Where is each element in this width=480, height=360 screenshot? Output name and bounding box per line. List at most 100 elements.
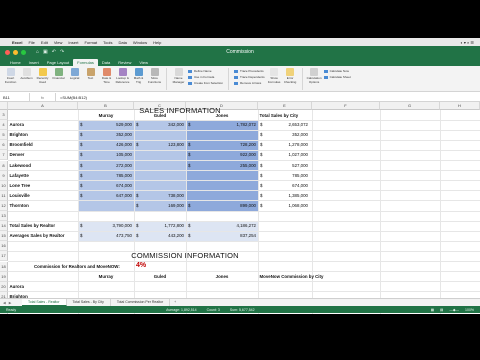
calculate-sheet-button[interactable]: Calculate Sheet bbox=[323, 75, 351, 79]
define-name-button[interactable]: Define Name bbox=[188, 69, 223, 73]
lookup-reference-button[interactable]: Lookup & Reference bbox=[116, 68, 129, 84]
title-bar: ⌂ ▣ ↶ ↷ Commission bbox=[0, 46, 480, 58]
row-header-19[interactable]: 19 bbox=[0, 271, 8, 282]
column-header-a[interactable]: A bbox=[8, 102, 78, 110]
page-layout-icon[interactable]: ▤ bbox=[440, 308, 443, 312]
zoom-slider[interactable]: —◆— bbox=[449, 308, 459, 312]
label: Lookup & Reference bbox=[115, 76, 130, 84]
column-header-e[interactable]: E bbox=[258, 102, 312, 110]
row-header-5[interactable]: 5 bbox=[0, 130, 8, 141]
sheet-tab-total-sales-realtor[interactable]: Total Sales - Realtor bbox=[22, 299, 67, 306]
menu-window[interactable]: Window bbox=[133, 40, 147, 45]
total-value: 3,790,000 bbox=[112, 223, 132, 229]
menu-format[interactable]: Format bbox=[84, 40, 97, 45]
menu-insert[interactable]: Insert bbox=[68, 40, 78, 45]
add-sheet-button[interactable]: + bbox=[170, 299, 180, 306]
row-header-7[interactable]: 7 bbox=[0, 150, 8, 161]
row-header-8[interactable]: 8 bbox=[0, 160, 8, 171]
city-label: Thornton bbox=[9, 202, 29, 208]
logical-button[interactable]: Logical bbox=[68, 68, 81, 81]
column-header-h[interactable]: H bbox=[440, 102, 480, 110]
insert-function-button[interactable]: Insert Function bbox=[4, 68, 17, 84]
row-header-10[interactable]: 10 bbox=[0, 180, 8, 191]
row-header-20[interactable]: 20 bbox=[0, 281, 8, 292]
city-total: 1,385,000 bbox=[288, 192, 308, 198]
select-all-corner[interactable] bbox=[0, 102, 8, 110]
math-trig-button[interactable]: Math & Trig bbox=[132, 68, 145, 84]
row-header-4[interactable]: 4 bbox=[0, 120, 8, 131]
row-header-17[interactable]: 17 bbox=[0, 251, 8, 262]
more-functions-button[interactable]: More Functions bbox=[148, 68, 161, 84]
label: Recently Used bbox=[36, 76, 49, 84]
normal-view-icon[interactable]: ▦ bbox=[431, 308, 434, 312]
text-button[interactable]: Text bbox=[84, 68, 97, 81]
city-total: 2,653,072 bbox=[288, 122, 308, 128]
row-header-18[interactable]: 18 bbox=[0, 261, 8, 272]
calculation-options-button[interactable]: Calculation Options bbox=[306, 68, 322, 84]
tab-review[interactable]: Review bbox=[114, 59, 135, 66]
show-formulas-button[interactable]: Show Formulas bbox=[268, 68, 281, 84]
row-header-6[interactable]: 6 bbox=[0, 140, 8, 151]
column-header-g[interactable]: G bbox=[380, 102, 440, 110]
row-header-14[interactable]: 14 bbox=[0, 221, 8, 232]
financial-button[interactable]: Financial bbox=[52, 68, 65, 81]
menu-app[interactable]: Excel bbox=[12, 40, 22, 45]
prev-sheet-icon[interactable]: ◀ bbox=[3, 301, 6, 305]
menu-view[interactable]: View bbox=[54, 40, 63, 45]
gridline bbox=[8, 291, 480, 292]
row-header-15[interactable]: 15 bbox=[0, 231, 8, 242]
date-time-button[interactable]: Date & Time bbox=[100, 68, 113, 84]
tab-page-layout[interactable]: Page Layout bbox=[43, 59, 73, 66]
row-header-9[interactable]: 9 bbox=[0, 170, 8, 181]
recently-used-button[interactable]: Recently Used bbox=[36, 68, 49, 84]
gridline bbox=[379, 110, 380, 314]
menu-file[interactable]: File bbox=[28, 40, 34, 45]
next-sheet-icon[interactable]: ▶ bbox=[9, 301, 12, 305]
name-box[interactable]: B11 bbox=[0, 93, 30, 101]
screen: Excel File Edit View Insert Format Tools… bbox=[0, 0, 480, 360]
name-manager-button[interactable]: Name Manager bbox=[172, 68, 185, 84]
create-from-selection-button[interactable]: Create from Selection bbox=[188, 81, 223, 85]
commission-rate[interactable]: 4% bbox=[136, 261, 146, 271]
row-header-16[interactable]: 16 bbox=[0, 241, 8, 252]
menu-tools[interactable]: Tools bbox=[103, 40, 112, 45]
sheet-tab-total-sales-by-city[interactable]: Total Sales - By City bbox=[67, 299, 111, 306]
sheet-tab-total-commission[interactable]: Total Commission Per Realtor bbox=[111, 299, 171, 306]
menu-help[interactable]: Help bbox=[153, 40, 161, 45]
fx-icon[interactable]: fx bbox=[30, 93, 56, 101]
tab-insert[interactable]: Insert bbox=[25, 59, 43, 66]
calculate-now-button[interactable]: Calculate Now bbox=[323, 69, 351, 73]
tab-home[interactable]: Home bbox=[6, 59, 25, 66]
gridline bbox=[311, 110, 312, 314]
sheet-tab-bar: ◀ ▶ Total Sales - Realtor Total Sales - B… bbox=[0, 298, 480, 306]
row-header-12[interactable]: 12 bbox=[0, 200, 8, 211]
menu-edit[interactable]: Edit bbox=[41, 40, 48, 45]
row-header-11[interactable]: 11 bbox=[0, 190, 8, 201]
row-header-3[interactable]: 3 bbox=[0, 110, 8, 121]
trace-dependents-button[interactable]: Trace Dependents bbox=[234, 75, 265, 79]
label: Remove Arrows bbox=[240, 81, 262, 85]
book-icon bbox=[86, 68, 95, 76]
label: Calculation Options bbox=[306, 76, 322, 84]
remove-arrows-button[interactable]: Remove Arrows bbox=[234, 81, 265, 85]
tab-view[interactable]: View bbox=[135, 59, 152, 66]
sales-value: 785,000 bbox=[116, 172, 132, 178]
error-checking-button[interactable]: Error Checking bbox=[284, 68, 297, 84]
zoom-level[interactable]: 100% bbox=[465, 308, 474, 312]
use-in-formula-button[interactable]: Use in Formula bbox=[188, 75, 223, 79]
city-label: Broomfield bbox=[9, 142, 33, 148]
menu-data[interactable]: Data bbox=[118, 40, 126, 45]
worksheet-grid[interactable]: ABCDEFGH34567891011121314151617181920212… bbox=[0, 102, 480, 314]
commission-header-murray: Murray bbox=[98, 273, 114, 279]
row-header-13[interactable]: 13 bbox=[0, 211, 8, 222]
autosum-button[interactable]: AutoSum bbox=[20, 68, 33, 81]
label: Error Checking bbox=[283, 76, 297, 84]
tab-data[interactable]: Data bbox=[98, 59, 114, 66]
average-value: 443,200 bbox=[168, 233, 184, 239]
column-header-f[interactable]: F bbox=[312, 102, 380, 110]
tab-formulas[interactable]: Formulas bbox=[73, 59, 98, 66]
formula-input[interactable]: =SUM(B4:B12) bbox=[56, 95, 87, 100]
trace-precedents-button[interactable]: Trace Precedents bbox=[234, 69, 265, 73]
excel-window: ⌂ ▣ ↶ ↷ Commission Home Insert Page Layo… bbox=[0, 46, 480, 314]
view-controls: ▦ ▤ —◆— 100% bbox=[431, 308, 474, 312]
